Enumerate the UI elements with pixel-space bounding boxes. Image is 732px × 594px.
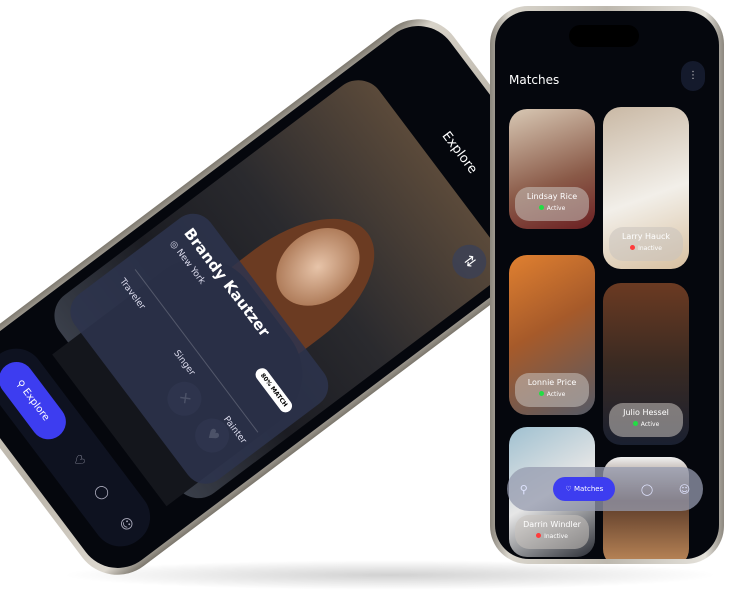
match-name: Julio Hessel: [623, 408, 669, 417]
matches-phone: Matches ⋮ Lindsay Rice Active Larry Hauck…: [490, 6, 724, 564]
match-name: Lonnie Price: [527, 378, 577, 387]
match-card[interactable]: Julio Hessel Active: [603, 283, 689, 445]
matches-icon[interactable]: ♡: [69, 452, 88, 470]
page-title: Matches: [509, 73, 560, 87]
match-name: Darrin Windler: [523, 520, 581, 529]
matches-icon: ♡: [565, 485, 574, 493]
nav-label: Explore: [20, 386, 52, 423]
nav-matches[interactable]: ♡ Matches: [553, 477, 616, 501]
match-status: Inactive: [544, 533, 568, 540]
match-status: Active: [640, 421, 660, 428]
match-card[interactable]: Larry Hauck Inactive: [603, 107, 689, 269]
tag-traveler: Traveler: [117, 276, 147, 312]
nav-label: Matches: [573, 485, 604, 493]
profile-icon[interactable]: ☺: [116, 514, 136, 534]
dynamic-island: [569, 25, 639, 47]
matches-screen: Matches ⋮ Lindsay Rice Active Larry Hauck…: [495, 11, 719, 559]
match-card[interactable]: Lonnie Price Active: [509, 255, 595, 415]
shadow: [60, 560, 720, 590]
match-status: Active: [546, 391, 566, 398]
profile-icon[interactable]: ☺: [679, 483, 690, 496]
chat-icon[interactable]: ◯: [92, 482, 113, 503]
match-status: Active: [546, 205, 566, 212]
bottom-nav: ⚲ ♡ Matches ◯ ☺: [507, 467, 703, 511]
tag-painter: Painter: [220, 414, 248, 446]
match-name: Lindsay Rice: [526, 192, 578, 201]
tag-singer: Singer: [171, 348, 197, 378]
more-icon[interactable]: ⋮: [681, 61, 705, 91]
filter-icon[interactable]: ⇅: [445, 237, 494, 286]
match-name: Larry Hauck: [621, 232, 671, 241]
search-icon[interactable]: ⚲: [520, 483, 528, 496]
chat-icon[interactable]: ◯: [641, 483, 653, 496]
match-status: Inactive: [638, 245, 662, 252]
match-card[interactable]: Lindsay Rice Active: [509, 109, 595, 229]
